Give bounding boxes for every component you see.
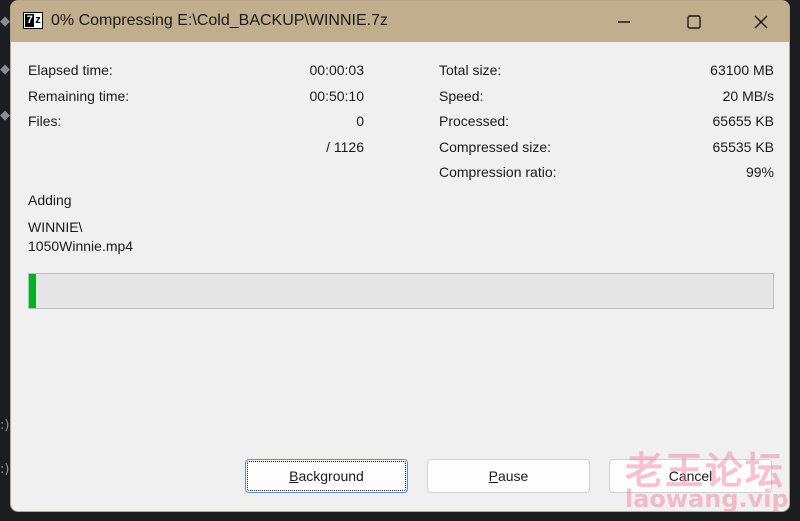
background-button-label: ackground — [298, 468, 364, 484]
background-glyph: :) — [0, 418, 10, 433]
current-file-path-line1: WINNIE\ — [28, 219, 83, 235]
current-file-path-line2: 1050Winnie.mp4 — [28, 238, 134, 254]
title-bar[interactable]: 7z 0% Compressing E:\Cold_BACKUP\WINNIE.… — [11, 1, 789, 42]
compression-ratio-value: 99% — [745, 164, 774, 180]
cancel-button-label: Cancel — [668, 468, 713, 484]
background-button[interactable]: Background — [245, 459, 408, 493]
processed-label: Processed: — [439, 113, 510, 129]
status-action: Adding — [28, 192, 72, 208]
pause-button[interactable]: Pause — [427, 459, 590, 493]
minimize-icon — [618, 20, 630, 23]
background-glyph: ◆ — [0, 14, 10, 29]
close-icon — [754, 15, 768, 28]
maximize-button[interactable] — [671, 1, 717, 42]
compressed-size-label: Compressed size: — [439, 139, 552, 155]
pause-button-accel: P — [488, 468, 498, 484]
files-total-value: / 1126 — [326, 139, 364, 155]
remaining-time-value: 00:50:10 — [309, 88, 365, 104]
elapsed-time-label: Elapsed time: — [28, 62, 113, 78]
pause-button-label: ause — [497, 468, 529, 484]
files-label: Files: — [28, 113, 62, 129]
elapsed-time-value: 00:00:03 — [309, 62, 365, 78]
close-button[interactable] — [738, 1, 784, 42]
total-size-value: 63100 MB — [710, 62, 774, 78]
cancel-button[interactable]: Cancel — [609, 459, 772, 493]
compression-ratio-label: Compression ratio: — [439, 164, 557, 180]
background-glyph: :) — [0, 462, 10, 477]
compressed-size-value: 65535 KB — [712, 139, 775, 155]
background-button-accel: B — [289, 468, 299, 484]
dialog-content: Elapsed time: 00:00:03 Remaining time: 0… — [11, 42, 789, 511]
7z-icon: 7z — [23, 12, 43, 29]
progress-bar-fill — [29, 274, 37, 308]
remaining-time-label: Remaining time: — [28, 88, 130, 104]
window-title: 0% Compressing E:\Cold_BACKUP\WINNIE.7z — [51, 12, 388, 29]
progress-bar — [28, 273, 774, 309]
speed-value: 20 MB/s — [722, 88, 774, 104]
speed-label: Speed: — [439, 88, 484, 104]
background-glyph: ◆ — [0, 62, 10, 77]
compress-progress-dialog: 7z 0% Compressing E:\Cold_BACKUP\WINNIE.… — [10, 0, 790, 512]
total-size-label: Total size: — [439, 62, 502, 78]
maximize-icon — [687, 14, 701, 29]
background-glyph: ◆ — [0, 108, 10, 123]
minimize-button[interactable] — [601, 1, 647, 42]
processed-value: 65655 KB — [712, 113, 775, 129]
files-value: 0 — [356, 113, 364, 129]
